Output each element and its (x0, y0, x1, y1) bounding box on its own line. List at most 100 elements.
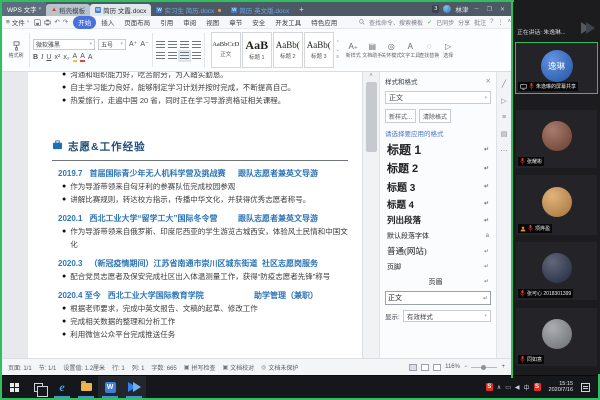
tool-button-文档助手[interactable]: ▤文档助手 (364, 42, 381, 59)
undo-icon[interactable]: ↶ (54, 18, 59, 26)
style-list-item-标题 1[interactable]: 标题 1↵ (385, 140, 491, 159)
doc-proof-button[interactable]: ▣文档校对 (222, 363, 254, 372)
task-view-button[interactable] (26, 376, 50, 398)
bullet-list-icon[interactable] (156, 41, 165, 49)
volume-icon[interactable]: ◀ (515, 384, 520, 391)
tray-app-badge-icon[interactable]: S (486, 383, 493, 391)
outline-pane-icon[interactable]: ≡ (502, 114, 506, 121)
current-style-select[interactable]: 正文 ▾ (385, 91, 491, 104)
tool-button-关怀模式[interactable]: ◎关怀模式 (383, 42, 400, 59)
document-tab[interactable]: ▲稻壳模板 (46, 4, 90, 16)
tool-button-文字工具[interactable]: A文字工具 (402, 42, 419, 59)
user-avatar[interactable] (443, 5, 451, 13)
redo-icon[interactable]: ↷ (63, 18, 68, 26)
explorer-taskbar-button[interactable] (74, 376, 98, 398)
document-tab[interactable]: W简历 英文版.docx (226, 4, 294, 16)
ribbon-tab-章节[interactable]: 章节 (224, 16, 247, 29)
minimize-button[interactable]: ─ (472, 6, 480, 12)
battery-icon[interactable]: ▭ (505, 384, 511, 391)
document-tab[interactable]: W简历 文霞.docx (90, 4, 151, 16)
scroll-up-icon[interactable]: ˄ (363, 72, 379, 80)
style-list-item-列出段落[interactable]: 列出段落↵ (385, 212, 491, 228)
taskbar-clock[interactable]: 15:15 2020/7/16 (549, 381, 573, 394)
style-preset-标题 3[interactable]: AaBb(标题 3 (304, 32, 334, 68)
zoom-in-button[interactable]: + (501, 364, 505, 370)
style-list-item-标题 4[interactable]: 标题 4↵ (385, 195, 491, 212)
style-list-item-标题 2[interactable]: 标题 2↵ (385, 159, 491, 177)
justify-icon[interactable] (180, 52, 189, 60)
style-preset-标题 2[interactable]: AaBb(标题 2 (273, 32, 303, 68)
ribbon-tab-开始[interactable]: 开始 (73, 16, 96, 29)
style-list-item-普通(网站)[interactable]: 普通(网站)↵ (385, 243, 491, 259)
grow-font-icon[interactable]: A⁺ (129, 40, 137, 48)
sync-status[interactable]: 已同步 (436, 18, 454, 27)
gallery-down-icon[interactable]: ⌄ (336, 47, 340, 53)
notes-pane-icon[interactable]: ▤ (501, 130, 508, 138)
gallery-more-icon[interactable]: ≡ (336, 54, 339, 60)
doc-protect-button[interactable]: ◎文档未保护 (261, 363, 298, 372)
zoom-slider-knob[interactable] (481, 365, 486, 370)
participant-tile[interactable]: 同如意 (516, 308, 597, 366)
superscript-icon[interactable]: x² (54, 54, 60, 61)
document-tab[interactable]: W实习生 简历.docx (151, 4, 226, 16)
style-preset-正文[interactable]: AaBbCcD正文 (211, 32, 241, 68)
style-list-item-正文[interactable]: 正文↵ (385, 291, 491, 305)
pen-tool-icon[interactable]: ╱ (502, 80, 506, 88)
zoom-slider[interactable] (471, 367, 497, 368)
ribbon-tab-页面布局[interactable]: 页面布局 (119, 16, 155, 29)
style-list-item-页眉[interactable]: 页眉↵ (385, 274, 491, 289)
font-name-select[interactable]: 微软雅黑▾ (33, 39, 95, 50)
view-page-icon[interactable] (409, 364, 417, 371)
search-input[interactable]: 查找命令、搜索模板 (369, 18, 423, 27)
view-outline-icon[interactable] (433, 364, 441, 371)
tab-count-badge[interactable]: 3 (432, 5, 439, 13)
bold-icon[interactable]: B (33, 54, 38, 61)
spell-check-button[interactable]: ▣拼写检查 (184, 363, 216, 372)
participant-tile[interactable]: 张可心 2018301399 (516, 242, 597, 300)
pane-close-icon[interactable]: ✕ (486, 77, 491, 85)
tool-button-新样式[interactable]: A₊新样式 (345, 42, 362, 59)
meeting-taskbar-button[interactable] (122, 376, 146, 398)
save-icon[interactable] (34, 19, 41, 26)
ribbon-tab-开发工具[interactable]: 开发工具 (270, 16, 306, 29)
more-icon[interactable]: ⋮ (497, 19, 503, 26)
format-painter-button[interactable]: 格式刷 (6, 31, 26, 69)
app-menu-button[interactable]: WPS 文字 ▾ (2, 2, 46, 16)
tray-expand-icon[interactable]: ∧ (497, 384, 501, 391)
ribbon-tab-审阅[interactable]: 审阅 (178, 16, 201, 29)
tool-button-选择[interactable]: ▷选择 (440, 42, 457, 59)
indent-decrease-icon[interactable] (180, 41, 189, 49)
ribbon-tab-特色应用[interactable]: 特色应用 (306, 16, 342, 29)
indent-increase-icon[interactable] (192, 41, 201, 49)
wps-taskbar-button[interactable]: W (98, 376, 122, 398)
vertical-scrollbar[interactable]: ˄ (362, 72, 379, 358)
share-button[interactable]: 分享 (458, 18, 470, 27)
align-left-icon[interactable] (156, 52, 165, 60)
font-size-select[interactable]: 五号▾ (98, 39, 126, 50)
ime-indicator[interactable]: 中 (524, 383, 530, 392)
participant-tile[interactable]: 项烨盈 (516, 175, 597, 235)
ribbon-tab-安全[interactable]: 安全 (247, 16, 270, 29)
font-color-icon[interactable]: A (80, 53, 85, 62)
more-tools-icon[interactable]: ⋯ (501, 147, 508, 155)
close-button[interactable]: ✕ (498, 6, 507, 13)
italic-icon[interactable]: I (41, 53, 43, 61)
search-icon[interactable] (359, 19, 365, 25)
highlight-icon[interactable]: A (73, 53, 78, 62)
tray-app-badge2-icon[interactable]: S (534, 383, 541, 391)
shrink-font-icon[interactable]: A⁻ (140, 40, 148, 48)
style-preset-标题 1[interactable]: AaB标题 1 (242, 32, 272, 68)
view-web-icon[interactable] (421, 364, 429, 371)
style-list-item-默认段落字体[interactable]: 默认段落字体a (385, 228, 491, 243)
restore-button[interactable]: ❐ (485, 6, 494, 13)
ribbon-tab-插入[interactable]: 插入 (96, 16, 119, 29)
document-page[interactable]: ●沟通和组织能力好，吃苦耐劳，为人踏实勤恳。●自主学习能力良好，能够制定学习计划… (28, 72, 362, 358)
subscript-icon[interactable]: x₂ (63, 54, 69, 61)
line-spacing-icon[interactable] (192, 52, 201, 60)
char-border-icon[interactable]: A (88, 54, 93, 61)
edge-taskbar-button[interactable]: e (50, 376, 74, 398)
gallery-up-icon[interactable]: ⌃ (336, 40, 340, 46)
select-tool-icon[interactable]: ▷ (501, 97, 506, 105)
new-tab-button[interactable]: + (294, 5, 309, 14)
clear-format-button[interactable]: 清除格式 (419, 109, 451, 123)
